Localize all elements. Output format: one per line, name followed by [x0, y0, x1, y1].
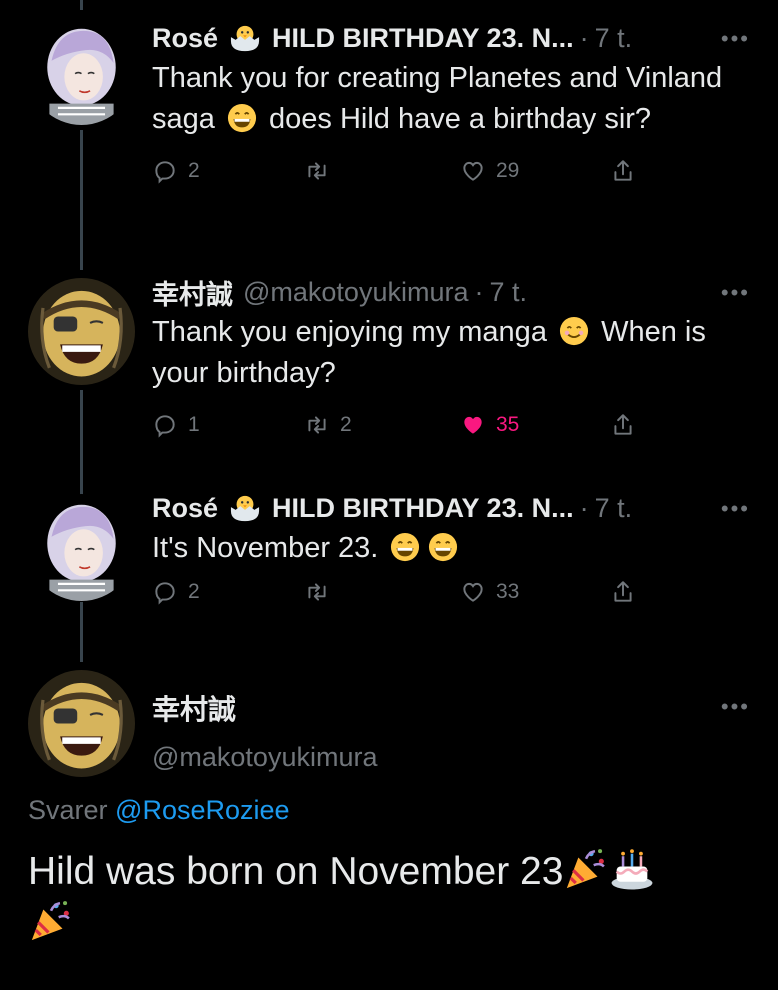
tweet-actions: 1 2 35	[152, 412, 750, 448]
reply-count: 2	[188, 580, 200, 603]
retweet-icon	[304, 412, 330, 438]
share-icon	[610, 579, 636, 605]
more-icon[interactable]: •••	[721, 496, 750, 522]
more-icon[interactable]: •••	[721, 280, 750, 306]
thread-line-3	[80, 602, 83, 662]
like-icon	[460, 579, 486, 605]
like-count: 35	[496, 413, 520, 436]
share-button[interactable]	[610, 579, 636, 605]
reply-button[interactable]: 1	[152, 412, 200, 438]
like-button[interactable]: 33	[460, 579, 519, 605]
tweet-text: Thank you for creating Planetes and Vinl…	[152, 58, 750, 140]
party-popper-emoji	[563, 846, 609, 892]
tweet-actions: 2 29	[152, 158, 750, 194]
avatar-rose-2[interactable]	[28, 494, 135, 601]
share-icon	[610, 158, 636, 184]
reply-icon	[152, 158, 178, 184]
tweet-text: Thank you enjoying my manga When is your…	[152, 312, 750, 394]
tweet-header: Rosé HILD BIRTHDAY 23. N... · 7 t.	[152, 20, 750, 56]
reply-icon	[152, 412, 178, 438]
avatar-makoto-2[interactable]	[28, 670, 135, 777]
reply-button[interactable]: 2	[152, 158, 200, 184]
grin-emoji	[227, 103, 257, 133]
hatching-chick-emoji	[228, 493, 262, 523]
focused-tweet-header: 幸村誠 @makotoyukimura	[152, 688, 377, 773]
retweet-button[interactable]: 2	[304, 412, 352, 438]
separator-dot: ·	[579, 492, 589, 523]
more-icon[interactable]: •••	[721, 694, 750, 720]
tweet-2[interactable]: 幸村誠 @makotoyukimura · 7 t. ••• Thank you…	[152, 274, 750, 448]
retweet-icon	[304, 158, 330, 184]
author-name[interactable]: Rosé	[152, 493, 218, 524]
reply-button[interactable]: 2	[152, 579, 200, 605]
like-icon	[460, 158, 486, 184]
like-count: 29	[496, 159, 520, 182]
cake-emoji	[609, 846, 655, 892]
tweet-3[interactable]: Rosé HILD BIRTHDAY 23. N... · 7 t. ••• I…	[152, 490, 750, 615]
reply-count: 2	[188, 159, 200, 182]
like-button[interactable]: 29	[460, 158, 519, 184]
replying-to: Svarer @RoseRoziee	[28, 795, 290, 826]
like-count: 33	[496, 580, 520, 603]
reply-icon	[152, 579, 178, 605]
share-button[interactable]	[610, 412, 636, 438]
thread-line-2	[80, 390, 83, 495]
author-display-label[interactable]: HILD BIRTHDAY 23. N...	[272, 493, 574, 524]
timestamp[interactable]: 7 t.	[595, 23, 633, 54]
retweet-icon	[304, 579, 330, 605]
hatching-chick-emoji	[228, 23, 262, 53]
tweet-text-part: Hild was born on November 23	[28, 850, 564, 893]
tweet-text: It's November 23.	[152, 528, 750, 569]
retweet-count: 2	[340, 413, 352, 436]
separator-dot: ·	[474, 276, 484, 307]
tweet-actions: 2 33	[152, 579, 750, 615]
separator-dot: ·	[579, 22, 589, 53]
timestamp[interactable]: 7 t.	[595, 493, 633, 524]
tweet-text-part: does Hild have a birthday sir?	[269, 103, 652, 135]
thread-line-top	[80, 0, 83, 10]
author-display-label[interactable]: HILD BIRTHDAY 23. N...	[272, 23, 574, 54]
author-handle[interactable]: @makotoyukimura	[243, 277, 468, 308]
author-handle[interactable]: @makotoyukimura	[152, 742, 377, 773]
thread-line-1	[80, 130, 83, 270]
replying-to-mention[interactable]: @RoseRoziee	[115, 795, 290, 825]
tweet-header: 幸村誠 @makotoyukimura · 7 t.	[152, 274, 750, 310]
retweet-button[interactable]	[304, 158, 340, 184]
like-button[interactable]: 35	[460, 412, 519, 438]
author-name[interactable]: 幸村誠	[152, 688, 377, 728]
tweet-text-part: Thank you enjoying my manga	[152, 316, 547, 348]
share-icon	[610, 412, 636, 438]
timestamp[interactable]: 7 t.	[489, 277, 527, 308]
party-popper-emoji	[28, 898, 74, 944]
tweet-1[interactable]: Rosé HILD BIRTHDAY 23. N... · 7 t. ••• T…	[152, 20, 750, 194]
author-name[interactable]: Rosé	[152, 23, 218, 54]
reply-count: 1	[188, 413, 200, 436]
focused-tweet-text: Hild was born on November 23	[28, 846, 748, 950]
tweet-header: Rosé HILD BIRTHDAY 23. N... · 7 t.	[152, 490, 750, 526]
replying-to-prefix: Svarer	[28, 795, 108, 825]
share-button[interactable]	[610, 158, 636, 184]
grin-emoji	[428, 532, 458, 562]
retweet-button[interactable]	[304, 579, 340, 605]
grin-emoji	[390, 532, 420, 562]
tweet-text-part: It's November 23.	[152, 532, 379, 564]
more-icon[interactable]: •••	[721, 26, 750, 52]
smile-emoji	[559, 316, 589, 346]
like-icon	[460, 412, 486, 438]
avatar-rose-1[interactable]	[28, 18, 135, 125]
avatar-makoto-1[interactable]	[28, 278, 135, 385]
author-name[interactable]: 幸村誠	[152, 273, 233, 312]
